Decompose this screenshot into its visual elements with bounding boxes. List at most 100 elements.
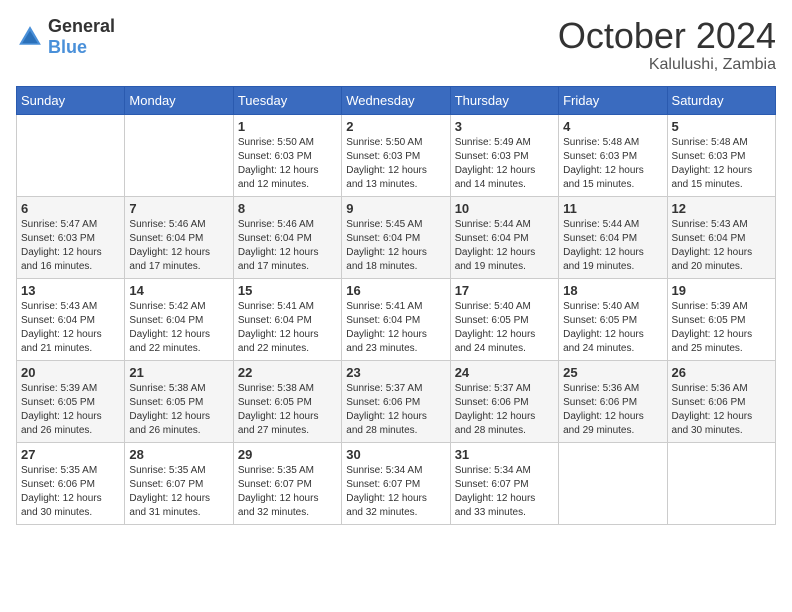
title-block: October 2024 Kalulushi, Zambia — [558, 16, 776, 74]
cell-day-number: 11 — [563, 201, 662, 216]
calendar-cell: 25 Sunrise: 5:36 AMSunset: 6:06 PMDayligh… — [559, 360, 667, 442]
weekday-header: Wednesday — [342, 86, 450, 114]
calendar-cell: 11 Sunrise: 5:44 AMSunset: 6:04 PMDayligh… — [559, 196, 667, 278]
calendar-cell: 7 Sunrise: 5:46 AMSunset: 6:04 PMDaylight… — [125, 196, 233, 278]
cell-sun-info: Sunrise: 5:41 AMSunset: 6:04 PMDaylight:… — [238, 300, 337, 356]
cell-day-number: 24 — [455, 365, 554, 380]
calendar-cell: 12 Sunrise: 5:43 AMSunset: 6:04 PMDayligh… — [667, 196, 775, 278]
calendar-cell: 3 Sunrise: 5:49 AMSunset: 6:03 PMDaylight… — [450, 114, 558, 196]
cell-sun-info: Sunrise: 5:42 AMSunset: 6:04 PMDaylight:… — [129, 300, 228, 356]
cell-day-number: 6 — [21, 201, 120, 216]
calendar-cell: 31 Sunrise: 5:34 AMSunset: 6:07 PMDayligh… — [450, 442, 558, 524]
cell-day-number: 13 — [21, 283, 120, 298]
cell-sun-info: Sunrise: 5:44 AMSunset: 6:04 PMDaylight:… — [563, 218, 662, 274]
calendar-cell: 10 Sunrise: 5:44 AMSunset: 6:04 PMDayligh… — [450, 196, 558, 278]
weekday-header: Saturday — [667, 86, 775, 114]
cell-day-number: 19 — [672, 283, 771, 298]
cell-day-number: 31 — [455, 447, 554, 462]
cell-day-number: 17 — [455, 283, 554, 298]
cell-sun-info: Sunrise: 5:39 AMSunset: 6:05 PMDaylight:… — [672, 300, 771, 356]
cell-sun-info: Sunrise: 5:48 AMSunset: 6:03 PMDaylight:… — [672, 136, 771, 192]
cell-sun-info: Sunrise: 5:34 AMSunset: 6:07 PMDaylight:… — [455, 464, 554, 520]
calendar-cell: 16Sunrise: 5:41 AMSunset: 6:04 PMDayligh… — [342, 278, 450, 360]
weekday-header: Sunday — [17, 86, 125, 114]
cell-sun-info: Sunrise: 5:36 AMSunset: 6:06 PMDaylight:… — [563, 382, 662, 438]
cell-sun-info: Sunrise: 5:35 AMSunset: 6:07 PMDaylight:… — [238, 464, 337, 520]
cell-day-number: 12 — [672, 201, 771, 216]
logo: General Blue — [16, 16, 115, 58]
cell-day-number: 27 — [21, 447, 120, 462]
cell-sun-info: Sunrise: 5:46 AMSunset: 6:04 PMDaylight:… — [238, 218, 337, 274]
calendar-cell: 8Sunrise: 5:46 AMSunset: 6:04 PMDaylight… — [233, 196, 341, 278]
calendar-cell: 1Sunrise: 5:50 AMSunset: 6:03 PMDaylight… — [233, 114, 341, 196]
weekday-header-row: SundayMondayTuesdayWednesdayThursdayFrid… — [17, 86, 776, 114]
cell-sun-info: Sunrise: 5:44 AMSunset: 6:04 PMDaylight:… — [455, 218, 554, 274]
cell-day-number: 9 — [346, 201, 445, 216]
calendar-cell: 19 Sunrise: 5:39 AMSunset: 6:05 PMDayligh… — [667, 278, 775, 360]
calendar-week-row: 6 Sunrise: 5:47 AMSunset: 6:03 PMDaylight… — [17, 196, 776, 278]
cell-day-number: 22 — [238, 365, 337, 380]
calendar-cell: 17 Sunrise: 5:40 AMSunset: 6:05 PMDayligh… — [450, 278, 558, 360]
cell-day-number: 21 — [129, 365, 228, 380]
weekday-header: Tuesday — [233, 86, 341, 114]
cell-sun-info: Sunrise: 5:43 AMSunset: 6:04 PMDaylight:… — [672, 218, 771, 274]
calendar-cell: 2 Sunrise: 5:50 AMSunset: 6:03 PMDaylight… — [342, 114, 450, 196]
cell-day-number: 26 — [672, 365, 771, 380]
calendar-cell — [559, 442, 667, 524]
cell-sun-info: Sunrise: 5:49 AMSunset: 6:03 PMDaylight:… — [455, 136, 554, 192]
cell-day-number: 25 — [563, 365, 662, 380]
cell-day-number: 15 — [238, 283, 337, 298]
cell-sun-info: Sunrise: 5:34 AMSunset: 6:07 PMDaylight:… — [346, 464, 445, 520]
logo-icon — [16, 23, 44, 51]
calendar-cell: 18 Sunrise: 5:40 AMSunset: 6:05 PMDayligh… — [559, 278, 667, 360]
cell-sun-info: Sunrise: 5:35 AMSunset: 6:06 PMDaylight:… — [21, 464, 120, 520]
cell-day-number: 29 — [238, 447, 337, 462]
calendar-cell: 29 Sunrise: 5:35 AMSunset: 6:07 PMDayligh… — [233, 442, 341, 524]
cell-day-number: 18 — [563, 283, 662, 298]
cell-sun-info: Sunrise: 5:41 AMSunset: 6:04 PMDaylight:… — [346, 300, 445, 356]
calendar-week-row: 1 Sunrise: 5:50 AMSunset: 6:03 PMDaylight… — [17, 114, 776, 196]
page-header: General Blue October 2024 Kalulushi, Zam… — [16, 16, 776, 74]
cell-sun-info: Sunrise: 5:45 AMSunset: 6:04 PMDaylight:… — [346, 218, 445, 274]
cell-sun-info: Sunrise: 5:40 AMSunset: 6:05 PMDaylight:… — [455, 300, 554, 356]
calendar-cell: 30 Sunrise: 5:34 AMSunset: 6:07 PMDayligh… — [342, 442, 450, 524]
cell-sun-info: Sunrise: 5:48 AMSunset: 6:03 PMDaylight:… — [563, 136, 662, 192]
cell-day-number: 14 — [129, 283, 228, 298]
cell-sun-info: Sunrise: 5:37 AMSunset: 6:06 PMDaylight:… — [346, 382, 445, 438]
cell-day-number: 28 — [129, 447, 228, 462]
cell-day-number: 30 — [346, 447, 445, 462]
calendar-cell: 5 Sunrise: 5:48 AMSunset: 6:03 PMDaylight… — [667, 114, 775, 196]
cell-day-number: 1 — [238, 119, 337, 134]
calendar-cell: 14 Sunrise: 5:42 AMSunset: 6:04 PMDayligh… — [125, 278, 233, 360]
cell-day-number: 10 — [455, 201, 554, 216]
calendar-cell: 13 Sunrise: 5:43 AMSunset: 6:04 PMDayligh… — [17, 278, 125, 360]
cell-day-number: 2 — [346, 119, 445, 134]
cell-day-number: 3 — [455, 119, 554, 134]
calendar-cell: 4 Sunrise: 5:48 AMSunset: 6:03 PMDaylight… — [559, 114, 667, 196]
calendar-cell: 21Sunrise: 5:38 AMSunset: 6:05 PMDayligh… — [125, 360, 233, 442]
calendar-cell: 26Sunrise: 5:36 AMSunset: 6:06 PMDayligh… — [667, 360, 775, 442]
cell-sun-info: Sunrise: 5:37 AMSunset: 6:06 PMDaylight:… — [455, 382, 554, 438]
logo-general: General — [48, 16, 115, 36]
calendar-cell — [17, 114, 125, 196]
calendar: SundayMondayTuesdayWednesdayThursdayFrid… — [16, 86, 776, 525]
calendar-week-row: 27 Sunrise: 5:35 AMSunset: 6:06 PMDayligh… — [17, 442, 776, 524]
calendar-cell: 20Sunrise: 5:39 AMSunset: 6:05 PMDayligh… — [17, 360, 125, 442]
calendar-cell: 6 Sunrise: 5:47 AMSunset: 6:03 PMDaylight… — [17, 196, 125, 278]
weekday-header: Thursday — [450, 86, 558, 114]
cell-sun-info: Sunrise: 5:38 AMSunset: 6:05 PMDaylight:… — [238, 382, 337, 438]
cell-sun-info: Sunrise: 5:46 AMSunset: 6:04 PMDaylight:… — [129, 218, 228, 274]
cell-day-number: 7 — [129, 201, 228, 216]
calendar-cell — [125, 114, 233, 196]
weekday-header: Friday — [559, 86, 667, 114]
cell-sun-info: Sunrise: 5:40 AMSunset: 6:05 PMDaylight:… — [563, 300, 662, 356]
logo-blue: Blue — [48, 37, 87, 57]
cell-sun-info: Sunrise: 5:47 AMSunset: 6:03 PMDaylight:… — [21, 218, 120, 274]
calendar-cell: 23Sunrise: 5:37 AMSunset: 6:06 PMDayligh… — [342, 360, 450, 442]
cell-sun-info: Sunrise: 5:50 AMSunset: 6:03 PMDaylight:… — [346, 136, 445, 192]
cell-day-number: 5 — [672, 119, 771, 134]
calendar-week-row: 13 Sunrise: 5:43 AMSunset: 6:04 PMDayligh… — [17, 278, 776, 360]
calendar-cell: 27 Sunrise: 5:35 AMSunset: 6:06 PMDayligh… — [17, 442, 125, 524]
cell-sun-info: Sunrise: 5:43 AMSunset: 6:04 PMDaylight:… — [21, 300, 120, 356]
cell-day-number: 4 — [563, 119, 662, 134]
